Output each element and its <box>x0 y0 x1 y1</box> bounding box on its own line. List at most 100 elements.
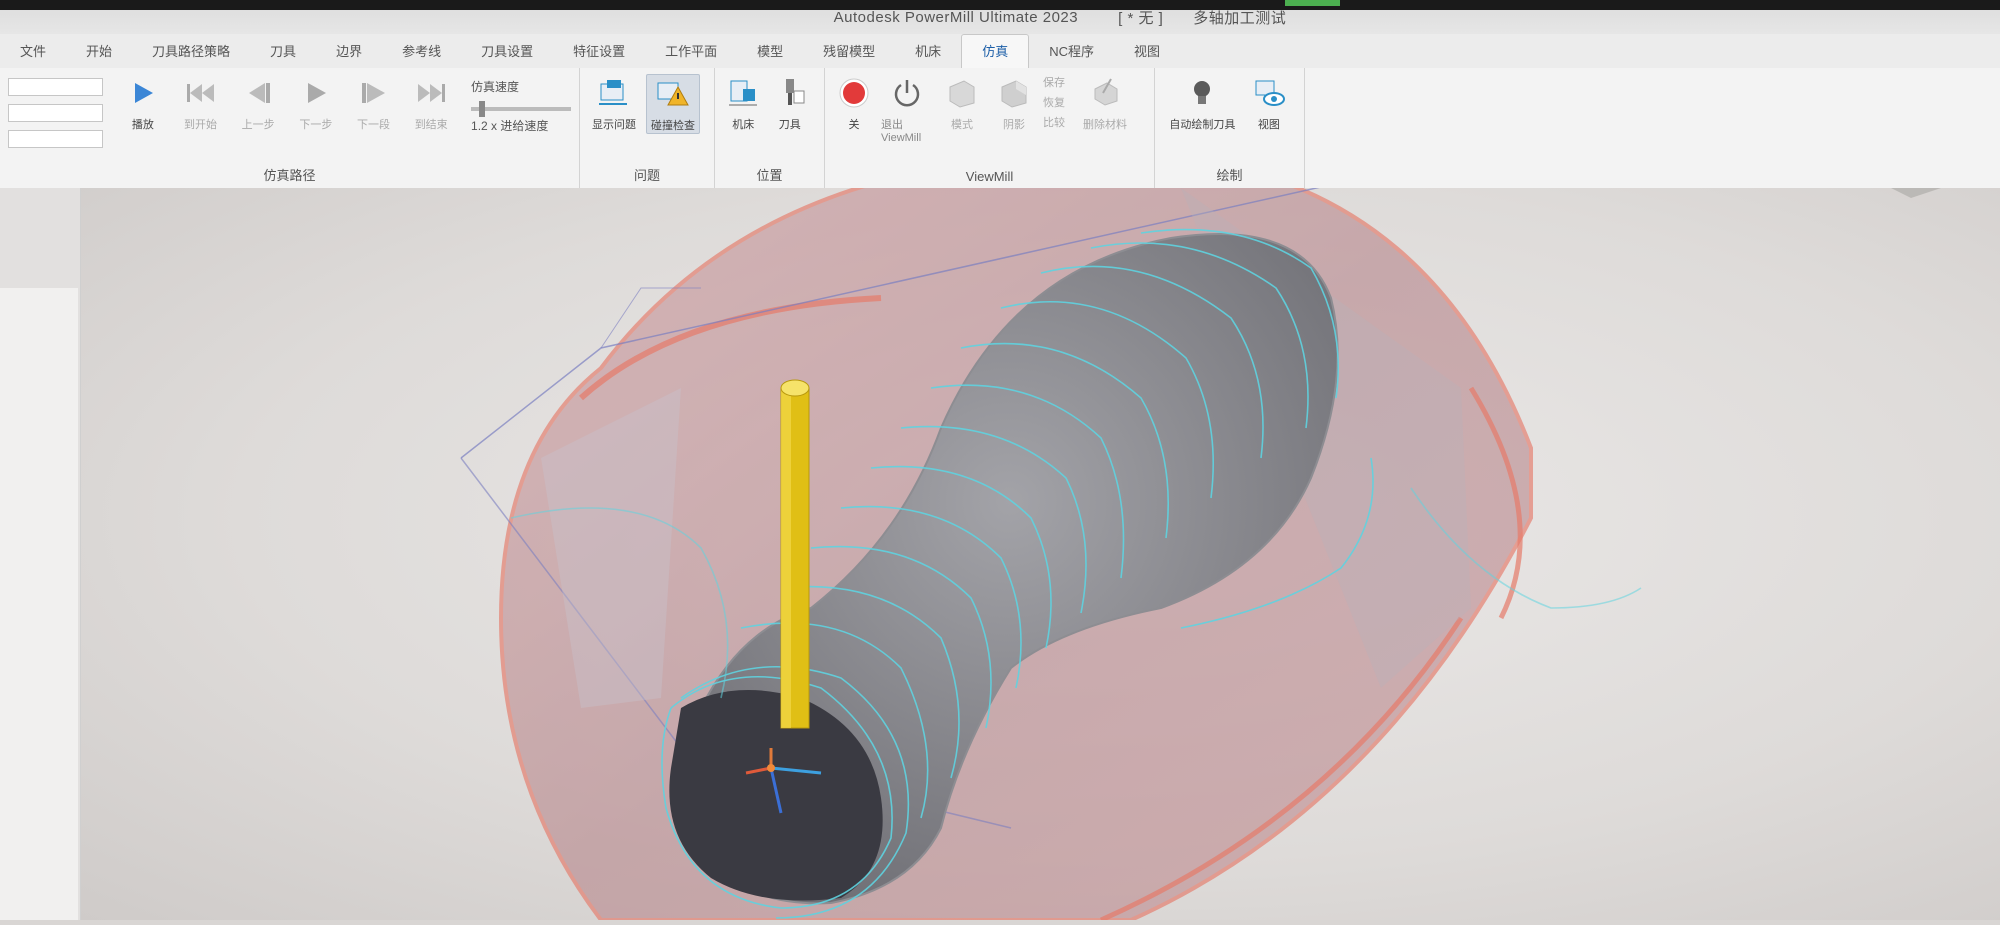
ribbon-tabs: 文件 开始 刀具路径策略 刀具 边界 参考线 刀具设置 特征设置 工作平面 模型… <box>0 34 2000 68</box>
remove-material-label: 删除材料 <box>1083 119 1127 131</box>
viewmill-small-actions: 保存 恢复 比较 <box>1043 74 1065 130</box>
tab-machine[interactable]: 机床 <box>895 41 961 68</box>
group-viewmill: 关 退出 ViewMill 模式 阴影 保存 恢复 比较 删除材料 ViewMi… <box>825 68 1155 188</box>
machine-icon <box>724 74 762 112</box>
tool-icon <box>771 74 809 112</box>
shade-label: 阴影 <box>1003 119 1025 131</box>
view-eye-icon <box>1250 74 1288 112</box>
collision-label: 碰撞检查 <box>651 120 695 132</box>
title-bar-edge <box>0 0 2000 10</box>
collision-check-button[interactable]: 碰撞检查 <box>646 74 700 134</box>
speed-slider[interactable] <box>471 101 572 117</box>
play-icon <box>124 74 162 112</box>
tab-view[interactable]: 视图 <box>1114 41 1180 68</box>
tab-nc-program[interactable]: NC程序 <box>1029 41 1114 68</box>
rewind-label: 到开始 <box>184 119 217 131</box>
group-simulation-path: 播放 到开始 上一步 下一步 下一段 到结束 仿真速度 1.2 x 进给速度 仿… <box>0 68 580 188</box>
tab-simulation[interactable]: 仿真 <box>961 34 1030 68</box>
viewmill-exit-label: 退出 ViewMill <box>881 119 922 144</box>
mode-button[interactable]: 模式 <box>939 74 985 132</box>
tab-file[interactable]: 文件 <box>0 41 66 68</box>
skip-forward-icon <box>412 74 450 112</box>
speed-value: 1.2 x 进给速度 <box>471 119 549 133</box>
skip-back-icon <box>182 74 220 112</box>
step-label: 下一步 <box>299 119 333 131</box>
viewmill-off-label: 关 <box>848 119 860 131</box>
tool-select[interactable] <box>8 104 103 122</box>
shade-cube-icon <box>995 74 1033 112</box>
restore-button[interactable]: 恢复 <box>1043 94 1065 110</box>
to-end-button[interactable]: 到结束 <box>405 74 457 132</box>
tab-home[interactable]: 开始 <box>66 41 132 68</box>
step-icon <box>297 74 335 112</box>
tab-feature-settings[interactable]: 特征设置 <box>553 41 645 68</box>
show-issues-button[interactable]: 显示问题 <box>588 74 640 132</box>
viewmill-exit-button[interactable]: 退出 ViewMill <box>881 74 933 144</box>
play-button[interactable]: 播放 <box>117 74 169 132</box>
shade-button[interactable]: 阴影 <box>991 74 1037 132</box>
auto-draw-tool-button[interactable]: 自动绘制刀具 <box>1163 74 1242 132</box>
ribbon: 播放 到开始 上一步 下一步 下一段 到结束 仿真速度 1.2 x 进给速度 仿… <box>0 68 2000 189</box>
step-back-button[interactable]: 上一步 <box>232 74 284 132</box>
tab-model[interactable]: 模型 <box>737 41 803 68</box>
step-forward-icon <box>355 74 393 112</box>
tab-toolpath-strategy[interactable]: 刀具路径策略 <box>132 41 250 68</box>
tab-boundary[interactable]: 边界 <box>316 41 382 68</box>
explorer-panel <box>0 188 81 920</box>
tab-pattern[interactable]: 参考线 <box>382 41 461 68</box>
group-label-viewmill: ViewMill <box>965 169 1014 184</box>
issues-icon <box>595 74 633 112</box>
step-forward-label: 下一段 <box>357 119 391 131</box>
remove-material-icon <box>1086 74 1124 112</box>
view-label: 视图 <box>1257 119 1280 131</box>
lightbulb-icon <box>1183 74 1221 112</box>
to-end-label: 到结束 <box>414 119 448 131</box>
mode-label: 模式 <box>951 119 973 131</box>
step-back-icon <box>239 74 277 112</box>
power-icon <box>888 74 926 112</box>
record-icon <box>835 74 873 112</box>
app-title: Autodesk PowerMill Ultimate 2023 <box>833 8 1079 26</box>
remove-material-button[interactable]: 删除材料 <box>1075 74 1135 132</box>
group-issues: 显示问题 碰撞检查 问题 <box>580 68 715 188</box>
speed-slider-thumb[interactable] <box>479 101 486 117</box>
tool-label: 刀具 <box>778 119 801 131</box>
step-forward-button[interactable]: 下一段 <box>348 74 400 132</box>
view-cube-icon[interactable] <box>1891 158 1941 198</box>
cutting-tool <box>780 379 810 729</box>
group-position: 机床 刀具 位置 <box>715 68 825 188</box>
step-button[interactable]: 下一步 <box>290 74 342 132</box>
mode-cube-icon <box>943 74 981 112</box>
machine-position-button[interactable]: 机床 <box>723 74 764 132</box>
tab-workplane[interactable]: 工作平面 <box>645 41 737 68</box>
rewind-button[interactable]: 到开始 <box>175 74 227 132</box>
graphics-viewport[interactable] <box>81 152 2000 923</box>
save-button[interactable]: 保存 <box>1043 74 1065 90</box>
speed-control: 仿真速度 1.2 x 进给速度 <box>471 78 572 134</box>
show-issues-label: 显示问题 <box>592 119 636 131</box>
window-accent <box>1285 0 1340 6</box>
path-selectors <box>8 74 103 152</box>
group-label-draw: 绘制 <box>1216 168 1243 183</box>
group-label-issues: 问题 <box>633 168 660 183</box>
group-label-path: 仿真路径 <box>263 168 316 183</box>
tool-position-button[interactable]: 刀具 <box>770 74 811 132</box>
tab-stock-model[interactable]: 残留模型 <box>803 41 895 68</box>
warning-icon <box>654 75 692 113</box>
entity-select[interactable] <box>8 130 103 148</box>
viewmill-off-button[interactable]: 关 <box>833 74 875 132</box>
group-draw: 自动绘制刀具 视图 绘制 <box>1155 68 1305 188</box>
tab-tool-settings[interactable]: 刀具设置 <box>461 41 553 68</box>
auto-draw-tool-label: 自动绘制刀具 <box>1169 119 1236 131</box>
explorer-tree[interactable] <box>0 288 78 920</box>
viewport-scene <box>460 152 1941 923</box>
toolpath-select[interactable] <box>8 78 103 96</box>
step-back-label: 上一步 <box>241 119 275 131</box>
machine-label: 机床 <box>732 119 755 131</box>
view-button[interactable]: 视图 <box>1248 74 1290 132</box>
group-label-position: 位置 <box>756 168 783 183</box>
title-bar: Autodesk PowerMill Ultimate 2023 [ * 无 ]… <box>0 0 2000 34</box>
compare-button[interactable]: 比较 <box>1043 114 1065 130</box>
speed-label: 仿真速度 <box>471 80 520 94</box>
tab-tool[interactable]: 刀具 <box>250 41 316 68</box>
